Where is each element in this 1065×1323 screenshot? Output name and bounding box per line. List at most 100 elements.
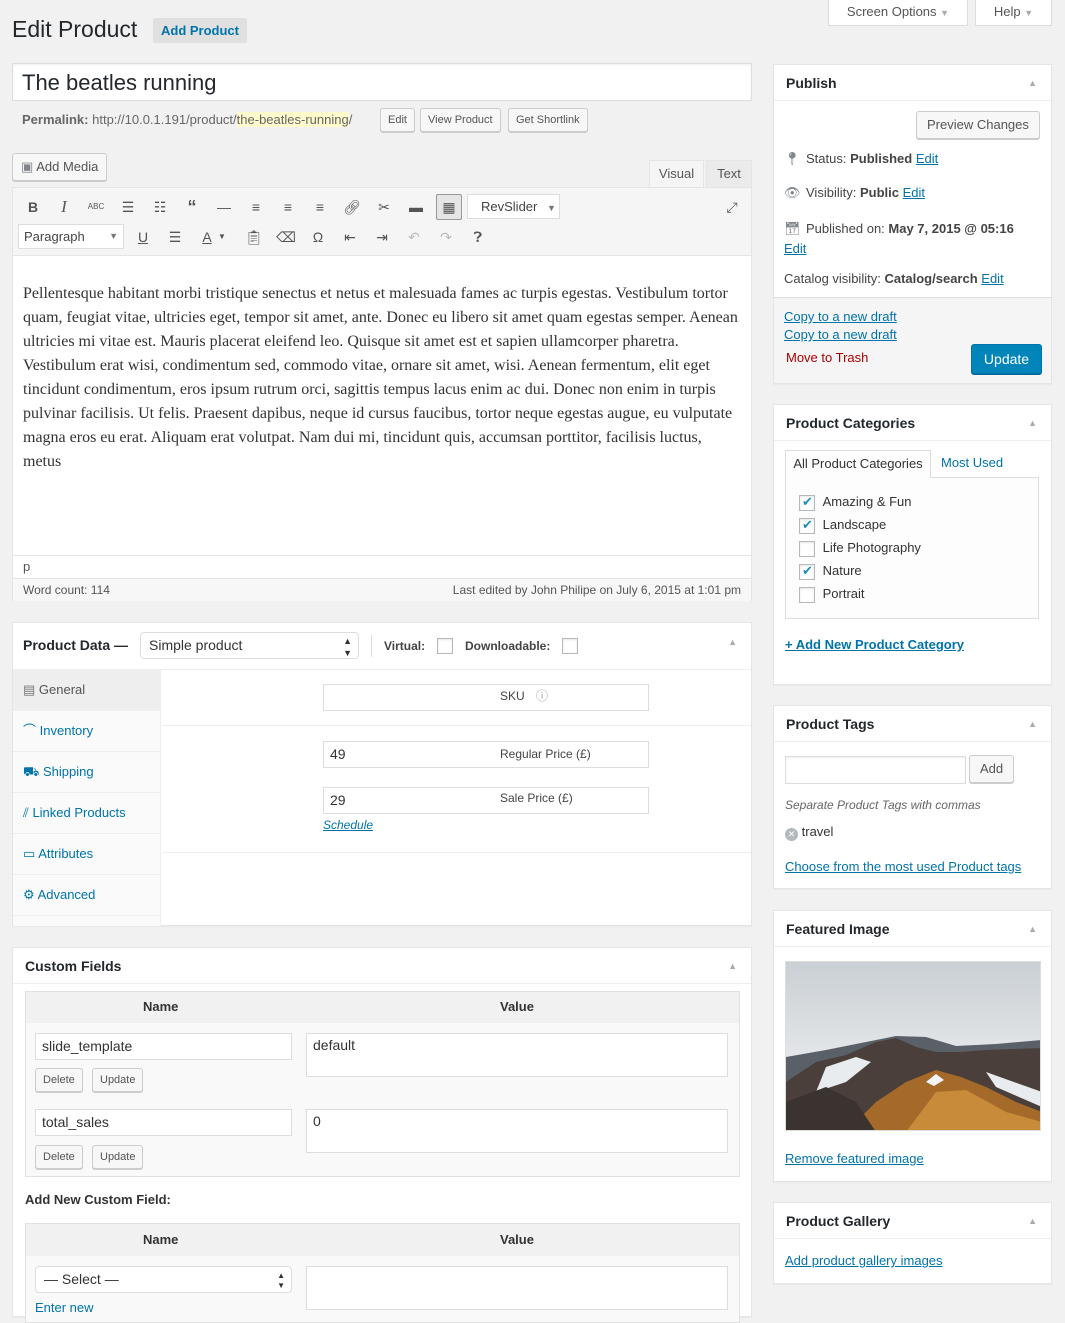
tab-general[interactable]: ▤ General [13,670,160,711]
bullet-list-icon[interactable]: ☰ [117,196,139,218]
custom-field-value-textarea[interactable]: default [306,1033,728,1077]
collapse-toggle-icon[interactable]: ▲ [728,948,737,984]
copy-draft-link[interactable]: Copy to a new draft [784,309,897,324]
tab-text[interactable]: Text [706,160,752,187]
tab-linked-products[interactable]: ⫽ Linked Products [13,793,160,834]
collapse-toggle-icon[interactable]: ▲ [728,637,737,647]
delete-button[interactable]: Delete [35,1068,83,1092]
outdent-icon[interactable]: ⇤ [339,226,361,248]
align-center-icon[interactable]: ≡ [277,196,299,218]
screen-options-button[interactable]: Screen Options ▼ [828,0,968,26]
view-product-button[interactable]: View Product [420,108,501,132]
get-shortlink-button[interactable]: Get Shortlink [508,108,588,132]
copy-draft-link[interactable]: Copy to a new draft [784,327,897,342]
delete-button[interactable]: Delete [35,1145,83,1169]
underline-icon[interactable]: U [132,226,154,248]
divider [162,725,751,726]
numbered-list-icon[interactable]: ☷ [149,196,171,218]
link-icon[interactable]: 🔗︎ [341,196,363,218]
category-checkbox[interactable] [799,517,815,534]
move-to-trash-link[interactable]: Move to Trash [786,350,868,365]
read-more-icon[interactable]: ▬ [405,196,427,218]
preview-changes-button[interactable]: Preview Changes [916,111,1040,139]
format-select[interactable]: Paragraph ▼ [18,224,124,249]
tab-most-used[interactable]: Most Used [941,455,1003,470]
category-checkbox[interactable] [799,540,815,557]
align-right-icon[interactable]: ≡ [309,196,331,218]
permalink-slug[interactable]: the-beatles-running [236,112,349,127]
title-input[interactable]: The beatles running [12,63,752,101]
blockquote-icon[interactable]: “ [181,196,203,218]
unlink-icon[interactable]: ✂ [373,196,395,218]
help-button[interactable]: Help ▼ [975,0,1052,26]
custom-field-name-input[interactable]: total_sales [35,1109,292,1136]
revslider-button[interactable]: RevSlider ▼ [467,194,560,219]
regular-price-field[interactable]: 49 Regular Price (£) [323,741,649,768]
align-left-icon[interactable]: ≡ [245,196,267,218]
tab-attributes[interactable]: ▭ Attributes [13,834,160,875]
custom-field-name-input[interactable]: slide_template [35,1033,292,1060]
help-icon[interactable]: ❓︎ [467,226,489,248]
product-type-select[interactable]: Simple product ▲ ▼ [140,632,359,659]
editor-content[interactable]: Pellentesque habitant morbi tristique se… [23,282,743,474]
virtual-checkbox[interactable] [437,638,453,654]
tab-inventory[interactable]: ⌒ Inventory [13,711,160,752]
category-checkbox[interactable] [799,586,815,603]
category-checkbox[interactable] [799,494,815,511]
enter-new-link[interactable]: Enter new [35,1300,94,1315]
new-custom-field-value[interactable] [306,1266,728,1310]
collapse-toggle-icon[interactable]: ▲ [1028,65,1037,101]
add-product-button[interactable]: Add Product [153,18,247,43]
tab-shipping[interactable]: ⛟ Shipping [13,752,160,793]
undo-icon[interactable]: ↶ [403,226,425,248]
sale-price-field[interactable]: 29 Sale Price (£) [323,787,649,814]
horizontal-rule-icon[interactable]: — [213,196,235,218]
clear-formatting-icon[interactable]: ⌫ [275,226,297,248]
update-button[interactable]: Update [92,1145,144,1169]
collapse-toggle-icon[interactable]: ▲ [1028,1203,1037,1239]
permalink-edit-button[interactable]: Edit [380,108,415,132]
update-button[interactable]: Update [92,1068,144,1092]
category-checkbox[interactable] [799,563,815,580]
collapse-toggle-icon[interactable]: ▲ [1028,405,1037,441]
downloadable-checkbox[interactable] [562,638,578,654]
paste-text-icon[interactable]: 📋︎ [243,226,265,248]
remove-featured-image-link[interactable]: Remove featured image [785,1151,924,1166]
collapse-toggle-icon[interactable]: ▲ [1028,911,1037,947]
table-row: total_sales Delete Update 0 [26,1100,739,1177]
schedule-link[interactable]: Schedule [323,818,373,832]
justify-icon[interactable]: ☰ [164,226,186,248]
edit-date-link[interactable]: Edit [784,241,806,256]
special-char-icon[interactable]: Ω [307,226,329,248]
help-tip-icon[interactable]: ⓘ [536,687,548,704]
add-new-category-link[interactable]: + Add New Product Category [785,637,964,652]
edit-visibility-link[interactable]: Edit [903,185,925,200]
bold-icon[interactable]: B [22,196,44,218]
edit-status-link[interactable]: Edit [916,151,938,166]
strikethrough-icon[interactable]: ABC [85,196,107,218]
add-media-button[interactable]: ▣ Add Media [12,153,108,181]
update-button[interactable]: Update [971,344,1042,374]
indent-icon[interactable]: ⇥ [371,226,393,248]
featured-image-thumbnail[interactable] [785,961,1041,1131]
custom-field-value-textarea[interactable]: 0 [306,1109,728,1153]
tab-visual[interactable]: Visual [649,160,704,188]
tab-all-categories[interactable]: All Product Categories [785,450,931,478]
italic-icon[interactable]: I [53,196,75,218]
choose-most-used-tags-link[interactable]: Choose from the most used Product tags [785,859,1021,874]
fullscreen-icon[interactable]: ⤢ [721,196,743,218]
remove-tag-icon[interactable]: ✕ [785,828,798,841]
custom-fields-table: Name Value slide_template Delete Update … [25,991,740,1177]
tab-advanced[interactable]: ⚙ Advanced [13,875,160,916]
toolbar-toggle-icon[interactable]: ▦ [436,194,462,220]
edit-catalog-link[interactable]: Edit [981,271,1003,286]
redo-icon[interactable]: ↷ [435,226,457,248]
sku-field[interactable]: SKU ⓘ [323,684,649,711]
tag-input[interactable] [785,756,966,784]
custom-field-select[interactable]: — Select — ▲ ▼ [35,1266,292,1293]
chevron-down-icon[interactable]: ▼ [216,226,228,248]
collapse-toggle-icon[interactable]: ▲ [1028,706,1037,742]
text-color-icon[interactable]: A [196,226,218,248]
add-gallery-images-link[interactable]: Add product gallery images [785,1253,943,1268]
add-tag-button[interactable]: Add [969,755,1015,783]
